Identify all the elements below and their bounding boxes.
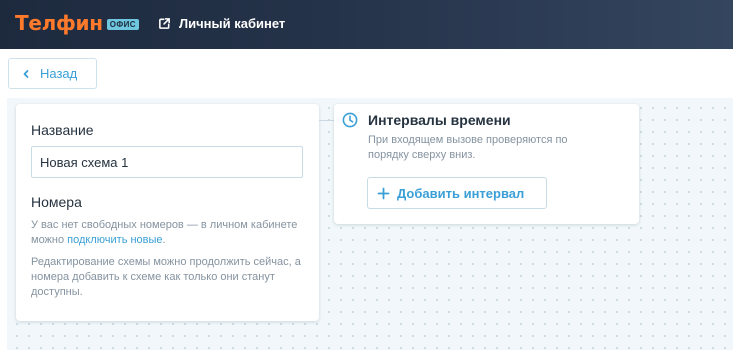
plus-icon [377, 187, 390, 199]
back-button[interactable]: Назад [8, 58, 97, 89]
add-interval-button[interactable]: Добавить интервал [367, 177, 547, 209]
clock-icon [342, 112, 358, 128]
scheme-settings-panel: Название Номера У вас нет свободных номе… [16, 104, 319, 321]
logo-text: Телфин [15, 11, 103, 35]
personal-cabinet-label: Личный кабинет [179, 16, 286, 31]
scheme-name-input[interactable] [31, 146, 303, 178]
connect-numbers-link[interactable]: подключить новые [67, 234, 162, 246]
intervals-title: Интервалы времени [368, 112, 511, 128]
personal-cabinet-link[interactable]: Личный кабинет [158, 16, 285, 31]
back-button-label: Назад [40, 66, 78, 81]
top-header: Телфин ОФИС Личный кабинет [0, 0, 733, 49]
add-interval-label: Добавить интервал [397, 185, 525, 201]
intervals-description: При входящем вызове проверяются по поряд… [368, 134, 568, 161]
external-link-icon [159, 18, 170, 29]
name-heading: Название [31, 122, 94, 138]
logo[interactable]: Телфин ОФИС [15, 11, 139, 35]
chevron-left-icon [23, 69, 29, 78]
numbers-heading: Номера [31, 194, 82, 210]
time-intervals-panel: Интервалы времени При входящем вызове пр… [334, 104, 639, 224]
toolbar: Назад [0, 49, 733, 98]
no-numbers-suffix: . [162, 234, 166, 246]
logo-badge: ОФИС [106, 19, 139, 30]
edit-note: Редактирование схемы можно продолжить се… [31, 256, 301, 298]
no-numbers-text: У вас нет свободных номеров — в личном к… [31, 218, 306, 248]
